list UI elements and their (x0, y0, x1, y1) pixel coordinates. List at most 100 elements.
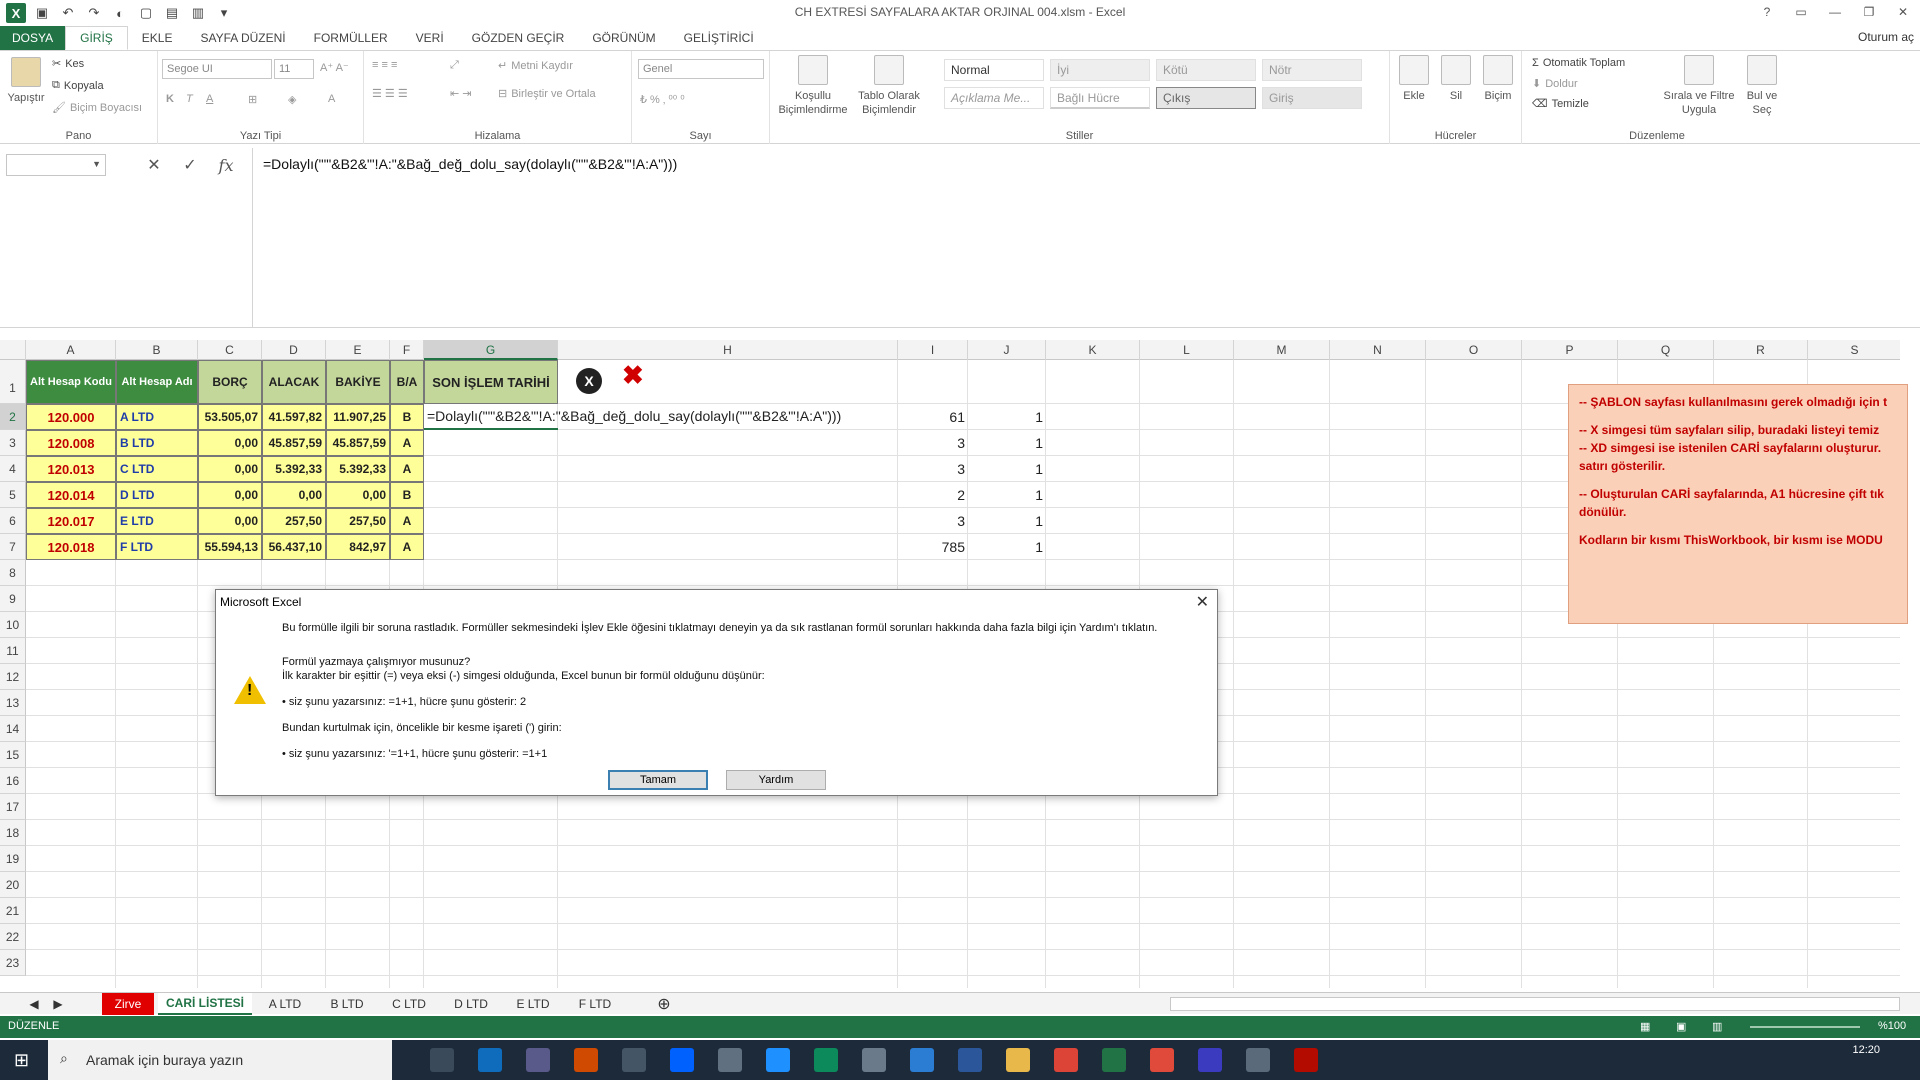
row-header[interactable]: 1 (0, 360, 26, 404)
column-header[interactable]: H (558, 340, 898, 360)
dialog-close-icon[interactable]: ✕ (1196, 592, 1209, 612)
wrap-text-button[interactable]: ↵ Metni Kaydır (498, 59, 573, 73)
credit-cell[interactable]: 5.392,33 (262, 456, 326, 482)
table-header-cell[interactable]: Alt Hesap Adı (116, 360, 198, 404)
cancel-entry-icon[interactable]: ✕ (142, 154, 166, 176)
next-sheet-icon[interactable]: ▶ (48, 993, 68, 1015)
col-j-cell[interactable]: 1 (968, 482, 1046, 508)
app-icon[interactable] (622, 1048, 646, 1072)
col-j-cell[interactable]: 1 (968, 404, 1046, 430)
row-header[interactable]: 6 (0, 508, 26, 534)
sheet-tab-c-ltd[interactable]: C LTD (380, 993, 438, 1015)
credit-cell[interactable]: 0,00 (262, 482, 326, 508)
column-header[interactable]: Q (1618, 340, 1714, 360)
cut-button[interactable]: ✂ Kes (52, 57, 84, 71)
restore-icon[interactable]: ❐ (1856, 2, 1882, 22)
column-header[interactable]: A (26, 340, 116, 360)
col-j-cell[interactable]: 1 (968, 430, 1046, 456)
tab-view[interactable]: GÖRÜNÜM (578, 26, 669, 50)
tab-developer[interactable]: GELİŞTİRİCİ (670, 26, 768, 50)
insert-cells-button[interactable]: Ekle (1396, 55, 1432, 103)
format-painter-button[interactable]: 🖌 Biçim Boyacısı (52, 101, 142, 115)
col-i-cell[interactable]: 3 (898, 456, 968, 482)
style-good[interactable]: İyi (1050, 59, 1150, 81)
italic-button[interactable]: T (186, 93, 193, 105)
row-header[interactable]: 12 (0, 664, 26, 690)
col-i-cell[interactable]: 785 (898, 534, 968, 560)
row-header[interactable]: 9 (0, 586, 26, 612)
underline-button[interactable]: A (206, 93, 213, 105)
row-header[interactable]: 8 (0, 560, 26, 586)
align-left-icon[interactable]: ☰ ☰ ☰ (372, 87, 408, 100)
confirm-entry-icon[interactable]: ✓ (178, 154, 202, 176)
row-header[interactable]: 11 (0, 638, 26, 664)
app-icon[interactable] (862, 1048, 886, 1072)
column-header[interactable]: D (262, 340, 326, 360)
sign-in-link[interactable]: Oturum aç (1858, 30, 1914, 44)
debit-cell[interactable]: 0,00 (198, 482, 262, 508)
style-linked-cell[interactable]: Bağlı Hücre (1050, 87, 1150, 109)
row-header[interactable]: 19 (0, 846, 26, 872)
row-header[interactable]: 15 (0, 742, 26, 768)
balance-cell[interactable]: 11.907,25 (326, 404, 390, 430)
account-name-cell[interactable]: C LTD (116, 456, 198, 482)
ba-cell[interactable]: A (390, 430, 424, 456)
sheet-tab-a-ltd[interactable]: A LTD (256, 993, 314, 1015)
table-header-cell[interactable]: BORÇ (198, 360, 262, 404)
table-header-cell[interactable]: B/A (390, 360, 424, 404)
sort-filter-button[interactable]: Sırala ve Filtre Uygula (1662, 55, 1736, 117)
prev-sheet-icon[interactable]: ◀ (24, 993, 44, 1015)
copy-button[interactable]: ⧉ Kopyala (52, 79, 104, 92)
autosum-button[interactable]: Σ Otomatik Toplam (1532, 57, 1625, 69)
tab-formulas[interactable]: FORMÜLLER (300, 26, 402, 50)
account-code-cell[interactable]: 120.017 (26, 508, 116, 534)
tab-review[interactable]: GÖZDEN GEÇİR (458, 26, 579, 50)
style-normal[interactable]: Normal (944, 59, 1044, 81)
insert-function-icon[interactable]: fx (214, 154, 238, 176)
table-header-cell[interactable]: Alt Hesap Kodu (26, 360, 116, 404)
word-icon[interactable] (958, 1048, 982, 1072)
sheet-tab-e-ltd[interactable]: E LTD (504, 993, 562, 1015)
borders-icon[interactable]: ⊞ (248, 93, 257, 106)
taskbar-search[interactable]: ⌕ Aramak için buraya yazın (48, 1040, 392, 1080)
ok-button[interactable]: Tamam (608, 770, 708, 790)
format-as-table-button[interactable]: Tablo Olarak Biçimlendir (854, 55, 924, 117)
balance-cell[interactable]: 5.392,33 (326, 456, 390, 482)
row-header[interactable]: 13 (0, 690, 26, 716)
column-header[interactable]: E (326, 340, 390, 360)
help-icon[interactable]: ? (1754, 2, 1780, 22)
delete-cells-button[interactable]: Sil (1438, 55, 1474, 103)
font-grow-button[interactable]: A⁺ A⁻ (320, 61, 349, 74)
column-header[interactable]: C (198, 340, 262, 360)
column-header[interactable]: B (116, 340, 198, 360)
credit-cell[interactable]: 257,50 (262, 508, 326, 534)
app-icon[interactable] (1198, 1048, 1222, 1072)
dropbox-icon[interactable] (670, 1048, 694, 1072)
sheet-tab-b-ltd[interactable]: B LTD (318, 993, 376, 1015)
row-header[interactable]: 17 (0, 794, 26, 820)
col-i-cell[interactable]: 61 (898, 404, 968, 430)
column-header[interactable]: I (898, 340, 968, 360)
active-cell-editor[interactable]: =Dolaylı("'"&B2&"'!A:"&Bağ_değ_dolu_say(… (424, 404, 841, 430)
edge-icon[interactable] (814, 1048, 838, 1072)
table-header-cell[interactable]: SON İŞLEM TARİHİ (424, 360, 558, 404)
help-button[interactable]: Yardım (726, 770, 826, 790)
minimize-icon[interactable]: — (1822, 2, 1848, 22)
name-box-dropdown-icon[interactable]: ▼ (92, 159, 101, 169)
account-code-cell[interactable]: 120.008 (26, 430, 116, 456)
column-header[interactable]: S (1808, 340, 1900, 360)
account-name-cell[interactable]: A LTD (116, 404, 198, 430)
align-top-icon[interactable]: ≡ ≡ ≡ (372, 59, 397, 71)
debit-cell[interactable]: 53.505,07 (198, 404, 262, 430)
close-icon[interactable]: ✕ (1890, 2, 1916, 22)
windows-start-icon[interactable]: ⊞ (14, 1050, 29, 1071)
page-layout-view-icon[interactable]: ▣ (1676, 1020, 1686, 1033)
ie-icon[interactable] (766, 1048, 790, 1072)
orientation-icon[interactable]: ⤢ (450, 59, 459, 72)
style-bad[interactable]: Kötü (1156, 59, 1256, 81)
delete-sheets-button[interactable]: ✖ (622, 360, 644, 391)
name-box[interactable]: ▼ (6, 154, 106, 176)
xd-create-button[interactable]: X (576, 368, 602, 394)
tab-data[interactable]: VERİ (402, 26, 458, 50)
horizontal-scrollbar[interactable] (1170, 997, 1900, 1011)
